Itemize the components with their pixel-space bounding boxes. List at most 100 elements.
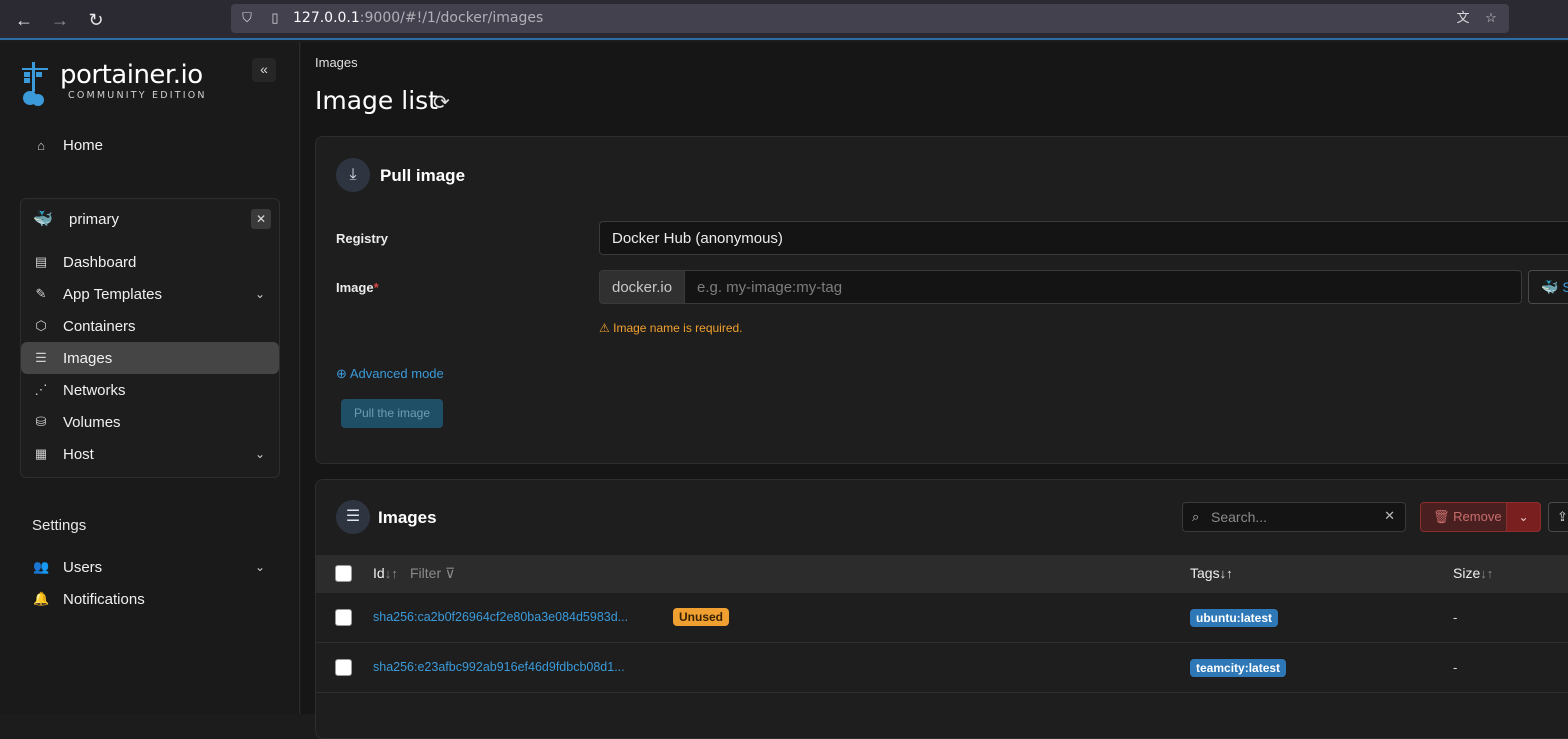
remove-options-button[interactable]: ⌄ bbox=[1506, 502, 1541, 532]
remove-label: Remove bbox=[1453, 509, 1502, 524]
image-id-link[interactable]: sha256:e23afbc992ab916ef46d9fdbcb08d1... bbox=[373, 660, 625, 674]
search-placeholder: Search... bbox=[1211, 509, 1268, 525]
sort-icon: ↓↑ bbox=[384, 566, 398, 581]
sidebar-item-label: App Templates bbox=[63, 285, 162, 303]
image-id-link[interactable]: sha256:ca2b0f26964cf2e80ba3e084d5983d... bbox=[373, 610, 628, 624]
refresh-icon[interactable]: ⟳ bbox=[433, 90, 450, 115]
sidebar-item-networks[interactable]: ⋰ Networks bbox=[21, 374, 279, 406]
clear-icon[interactable]: ✕ bbox=[1384, 508, 1395, 524]
image-tag: ubuntu:latest bbox=[1190, 609, 1278, 627]
remove-button[interactable]: 🗑 Remove bbox=[1420, 502, 1507, 532]
list-icon: ☰ bbox=[35, 350, 47, 365]
sidebar-item-users[interactable]: 👥 Users ⌄ bbox=[21, 551, 279, 583]
filter-label: Filter bbox=[410, 565, 442, 581]
sidebar-item-label: Images bbox=[63, 349, 113, 367]
search-button-label: S bbox=[1562, 279, 1568, 295]
sort-icon: ↓↑ bbox=[1219, 566, 1233, 581]
table-row: sha256:e23afbc992ab916ef46d9fdbcb08d1...… bbox=[316, 643, 1568, 693]
image-input[interactable]: e.g. my-image:my-tag bbox=[684, 270, 1522, 304]
docker-icon: 🐳 bbox=[1541, 279, 1559, 295]
column-size[interactable]: Size↓↑ bbox=[1453, 565, 1493, 581]
page-title: Image list bbox=[315, 86, 438, 115]
sidebar-item-containers[interactable]: ⬡ Containers bbox=[21, 310, 279, 342]
validation-warning: ⚠ Image name is required. bbox=[599, 321, 743, 335]
registry-label: Registry bbox=[336, 231, 389, 246]
image-tag: teamcity:latest bbox=[1190, 659, 1287, 677]
image-size: - bbox=[1453, 660, 1458, 675]
chevron-down-icon[interactable]: ⌄ bbox=[255, 447, 265, 461]
home-icon: ⌂ bbox=[37, 137, 45, 153]
logo-text: portainer.io bbox=[60, 60, 203, 90]
search-input[interactable]: ⌕ Search... ✕ bbox=[1182, 502, 1406, 532]
unused-badge: Unused bbox=[673, 608, 730, 626]
card-title: Images bbox=[378, 508, 437, 527]
page-icon[interactable]: ▯ bbox=[267, 10, 283, 26]
row-checkbox[interactable] bbox=[335, 609, 352, 626]
column-id-label: Id bbox=[373, 565, 385, 581]
list-icon: ☰ bbox=[336, 500, 370, 534]
row-checkbox[interactable] bbox=[335, 659, 352, 676]
portainer-crane-icon bbox=[22, 62, 48, 106]
sidebar-item-home[interactable]: ⌂ Home bbox=[21, 129, 279, 161]
pull-image-card: ⤓ Pull image Registry Docker Hub (anonym… bbox=[315, 136, 1568, 464]
chevron-down-icon[interactable]: ⌄ bbox=[255, 287, 265, 301]
double-chevron-left-icon: « bbox=[260, 61, 268, 77]
column-id[interactable]: Id↓↑ bbox=[373, 565, 398, 581]
warning-icon: ⚠ bbox=[599, 321, 610, 335]
search-docker-hub-button[interactable]: 🐳 S bbox=[1528, 270, 1568, 304]
close-environment-button[interactable]: ✕ bbox=[251, 209, 271, 229]
shield-icon[interactable]: ⛉ bbox=[239, 10, 255, 26]
portainer-logo[interactable]: portainer.io COMMUNITY EDITION bbox=[18, 60, 218, 110]
images-table-card: ☰ Images ⌕ Search... ✕ 🗑 Remove ⌄ ⇪ Id↓↑… bbox=[315, 479, 1568, 739]
back-icon[interactable]: ← bbox=[12, 8, 36, 32]
image-label-text: Image bbox=[336, 280, 374, 295]
sidebar-item-host[interactable]: ▦ Host ⌄ bbox=[21, 438, 279, 470]
sidebar-item-label: Dashboard bbox=[63, 253, 137, 271]
trash-icon: 🗑 bbox=[1433, 509, 1450, 524]
sidebar-item-label: Host bbox=[63, 445, 94, 463]
upload-icon: ⇪ bbox=[1557, 509, 1568, 524]
environment-name: primary bbox=[69, 211, 120, 228]
advanced-mode-label: Advanced mode bbox=[349, 366, 444, 381]
sidebar-item-label: Containers bbox=[63, 317, 136, 335]
required-mark: * bbox=[373, 280, 379, 295]
forward-icon[interactable]: → bbox=[48, 8, 72, 32]
chevron-down-icon: ⌄ bbox=[1518, 510, 1529, 524]
collapse-sidebar-button[interactable]: « bbox=[252, 58, 276, 82]
export-button[interactable]: ⇪ bbox=[1548, 502, 1568, 532]
sidebar-item-app-templates[interactable]: ✎ App Templates ⌄ bbox=[21, 278, 279, 310]
column-tags-label: Tags bbox=[1190, 565, 1220, 581]
sidebar-item-dashboard[interactable]: ▤ Dashboard bbox=[21, 246, 279, 278]
chevron-down-icon[interactable]: ⌄ bbox=[255, 560, 265, 574]
search-icon: ⌕ bbox=[1192, 509, 1200, 524]
warning-text: Image name is required. bbox=[613, 321, 743, 335]
url-host: 127.0.0.1 bbox=[293, 10, 360, 26]
column-size-label: Size bbox=[1453, 565, 1481, 581]
registry-prefix: docker.io bbox=[599, 270, 685, 304]
pull-image-button[interactable]: Pull the image bbox=[341, 399, 443, 428]
browser-toolbar: ← → ↻ ⛉ ▯ 127.0.0.1:9000/#!/1/docker/ima… bbox=[0, 0, 1568, 40]
bookmark-star-icon[interactable]: ☆ bbox=[1483, 10, 1499, 26]
reload-icon[interactable]: ↻ bbox=[84, 8, 108, 32]
sidebar-item-notifications[interactable]: 🔔 Notifications bbox=[21, 583, 279, 615]
registry-select[interactable]: Docker Hub (anonymous) bbox=[599, 221, 1568, 255]
image-label: Image* bbox=[336, 280, 379, 295]
filter-button[interactable]: Filter ⊽ bbox=[410, 565, 455, 582]
globe-icon: ⊕ bbox=[336, 366, 347, 381]
download-icon: ⤓ bbox=[336, 158, 370, 192]
address-bar[interactable]: ⛉ ▯ 127.0.0.1:9000/#!/1/docker/images 文 … bbox=[231, 4, 1509, 33]
translate-icon[interactable]: 文 bbox=[1455, 10, 1471, 26]
table-row: sha256:ca2b0f26964cf2e80ba3e084d5983d...… bbox=[316, 593, 1568, 643]
select-all-checkbox[interactable] bbox=[335, 565, 352, 582]
users-icon: 👥 bbox=[33, 559, 50, 574]
filter-icon: ⊽ bbox=[445, 565, 456, 581]
column-tags[interactable]: Tags↓↑ bbox=[1190, 565, 1233, 581]
sidebar-item-label: Notifications bbox=[63, 590, 145, 608]
advanced-mode-link[interactable]: ⊕ Advanced mode bbox=[336, 366, 444, 382]
sidebar-item-volumes[interactable]: ⛁ Volumes bbox=[21, 406, 279, 438]
settings-heading: Settings bbox=[32, 517, 87, 534]
sidebar-item-label: Home bbox=[63, 136, 104, 154]
sort-icon: ↓↑ bbox=[1480, 566, 1494, 581]
sidebar-item-label: Users bbox=[63, 558, 103, 576]
sidebar-item-images[interactable]: ☰ Images bbox=[21, 342, 279, 374]
